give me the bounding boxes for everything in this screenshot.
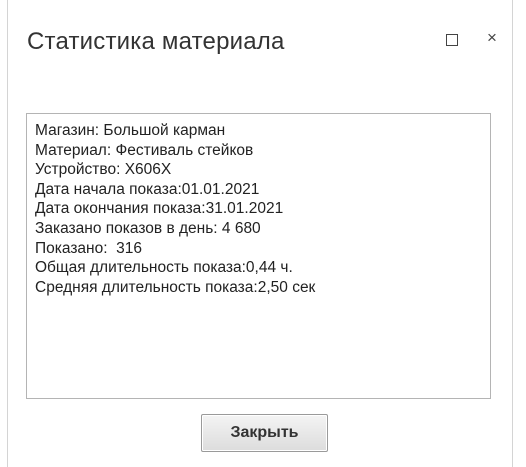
close-icon[interactable]: × [485,27,499,49]
info-line-average-duration: Средняя длительность показа:2,50 сек [35,278,316,296]
info-line-total-duration: Общая длительность показа:0,44 ч. [35,259,293,277]
statistics-dialog: Статистика материала × Магазин: Большой … [0,0,526,467]
info-line-shown: Показано: 316 [35,239,143,257]
maximize-icon[interactable] [446,34,458,46]
info-line-device: Устройство: Х606Х [35,161,172,179]
dialog-border-left [7,0,8,467]
info-line-ordered-per-day: Заказано показов в день: 4 680 [35,219,261,237]
dialog-border-right [512,0,513,467]
info-line-shop: Магазин: Большой карман [35,122,226,139]
info-line-end-date: Дата окончания показа:31.01.2021 [35,200,284,218]
info-line-start-date: Дата начала показа:01.01.2021 [35,180,260,198]
close-button[interactable]: Закрыть [201,414,328,452]
dialog-title: Статистика материала [27,28,285,55]
info-line-material: Материал: Фестиваль стейков [35,141,254,159]
statistics-text-area[interactable]: Магазин: Большой карман Материал: Фестив… [26,113,491,399]
